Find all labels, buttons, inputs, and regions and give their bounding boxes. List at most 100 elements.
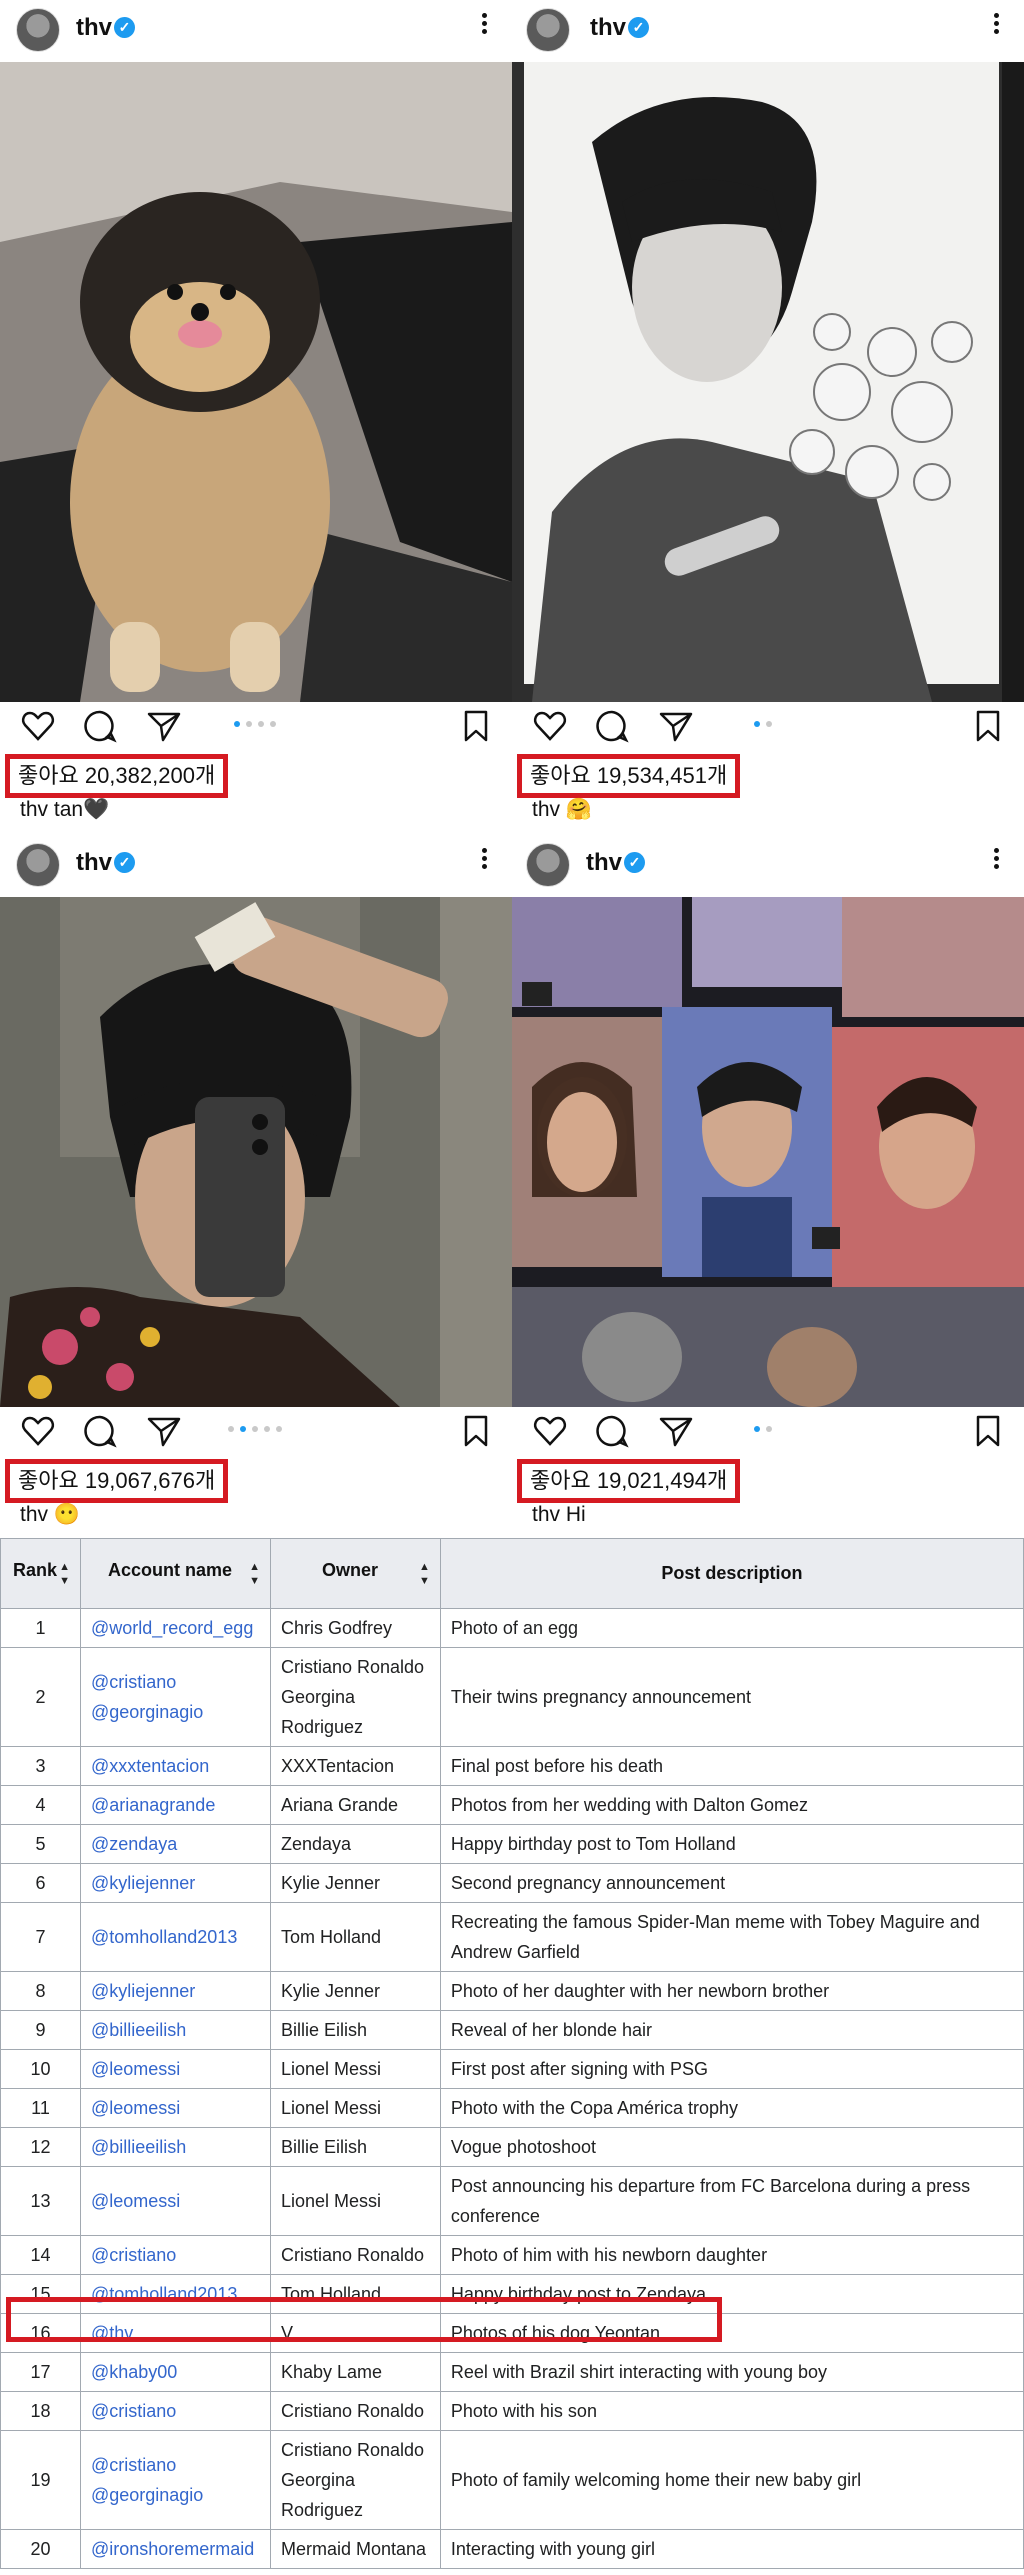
post-header: thv ✓	[0, 835, 512, 897]
heart-icon[interactable]	[20, 1413, 56, 1449]
comment-icon[interactable]	[82, 1413, 118, 1449]
heart-icon[interactable]	[532, 708, 568, 744]
likes-count[interactable]: 좋아요 19,067,676개	[5, 1459, 229, 1503]
post-3: thv ✓ 좋아요 19,067,676개 thv 😶	[0, 835, 512, 1538]
heart-icon[interactable]	[532, 1413, 568, 1449]
account-cell[interactable]: @kyliejenner	[79, 1863, 271, 1903]
owner-cell: Mermaid Montana	[269, 2529, 441, 2569]
account-cell[interactable]: @tomholland2013	[79, 2274, 271, 2314]
rank-cell: 9	[0, 2010, 81, 2050]
avatar[interactable]	[526, 843, 570, 887]
rank-cell: 4	[0, 1785, 81, 1825]
comment-icon[interactable]	[594, 708, 630, 744]
account-cell[interactable]: @cristiano @georginagio	[79, 2430, 271, 2530]
more-options-icon[interactable]	[990, 10, 1002, 40]
rank-cell: 3	[0, 1746, 81, 1786]
carousel-dots	[228, 1426, 282, 1432]
carousel-dots	[234, 721, 276, 727]
username[interactable]: thv	[76, 849, 112, 877]
account-cell[interactable]: @leomessi	[79, 2166, 271, 2236]
post-4: thv ✓ 좋아요 19,021,494개 thv Hi	[512, 835, 1024, 1538]
verified-badge-icon: ✓	[624, 852, 645, 873]
owner-cell: Chris Godfrey	[269, 1608, 441, 1648]
description-cell: Photo of her daughter with her newborn b…	[439, 1971, 1024, 2011]
verified-badge-icon: ✓	[114, 852, 135, 873]
sort-icon[interactable]: ▲ ▼	[249, 1560, 260, 1588]
share-icon[interactable]	[146, 1413, 182, 1449]
account-cell[interactable]: @world_record_egg	[79, 1608, 271, 1648]
account-cell[interactable]: @cristiano @georginagio	[79, 1647, 271, 1747]
table-header-row: Rank ▲ ▼ Account name ▲ ▼ Owner ▲ ▼ Post descr…	[0, 1538, 1024, 1609]
comment-icon[interactable]	[594, 1413, 630, 1449]
account-cell[interactable]: @kyliejenner	[79, 1971, 271, 2011]
likes-count[interactable]: 좋아요 19,021,494개	[517, 1459, 741, 1503]
account-cell[interactable]: @cristiano	[79, 2391, 271, 2431]
username[interactable]: thv	[76, 14, 112, 42]
likes-count[interactable]: 좋아요 20,382,200개	[5, 754, 229, 798]
account-cell[interactable]: @billieeilish	[79, 2010, 271, 2050]
table-row: 10 @leomessi Lionel Messi First post after …	[0, 2049, 1024, 2089]
description-cell: Photo with his son	[439, 2391, 1024, 2431]
account-cell[interactable]: @ironshoremermaid	[79, 2529, 271, 2569]
column-header-owner[interactable]: Owner ▲ ▼	[269, 1538, 441, 1609]
avatar[interactable]	[16, 8, 60, 52]
owner-cell: Kylie Jenner	[269, 1971, 441, 2011]
more-options-icon[interactable]	[478, 10, 490, 40]
more-options-icon[interactable]	[478, 845, 490, 875]
caption: thv 🤗	[532, 798, 592, 822]
post-photo-portrait[interactable]	[512, 62, 1024, 702]
account-cell[interactable]: @tomholland2013	[79, 1902, 271, 1972]
post-photo-photobooth[interactable]	[512, 897, 1024, 1407]
username[interactable]: thv	[586, 849, 622, 877]
rank-cell: 2	[0, 1647, 81, 1747]
table-row: 18 @cristiano Cristiano Ronaldo Photo with …	[0, 2391, 1024, 2431]
post-photo-selfie[interactable]	[0, 897, 512, 1407]
caption-username[interactable]: thv	[532, 1503, 560, 1526]
table-row: 13 @leomessi Lionel Messi Post announcing h…	[0, 2166, 1024, 2236]
bookmark-icon[interactable]	[970, 708, 1006, 744]
share-icon[interactable]	[658, 708, 694, 744]
comment-icon[interactable]	[82, 708, 118, 744]
avatar[interactable]	[16, 843, 60, 887]
post-header: thv ✓	[0, 0, 512, 62]
account-cell[interactable]: @cristiano	[79, 2235, 271, 2275]
account-cell[interactable]: @leomessi	[79, 2088, 271, 2128]
heart-icon[interactable]	[20, 708, 56, 744]
account-cell[interactable]: @xxxtentacion	[79, 1746, 271, 1786]
likes-count[interactable]: 좋아요 19,534,451개	[517, 754, 741, 798]
account-cell[interactable]: @thv	[79, 2313, 271, 2353]
column-header-rank[interactable]: Rank ▲ ▼	[0, 1538, 81, 1609]
share-icon[interactable]	[658, 1413, 694, 1449]
account-cell[interactable]: @billieeilish	[79, 2127, 271, 2167]
caption-username[interactable]: thv	[20, 1503, 48, 1526]
account-cell[interactable]: @zendaya	[79, 1824, 271, 1864]
table-row: 9 @billieeilish Billie Eilish Reveal of her…	[0, 2010, 1024, 2050]
avatar[interactable]	[526, 8, 570, 52]
caption-username[interactable]: thv	[532, 798, 560, 821]
sort-icon[interactable]: ▲ ▼	[419, 1560, 430, 1588]
post-photo-dog[interactable]	[0, 62, 512, 702]
bookmark-icon[interactable]	[970, 1413, 1006, 1449]
owner-cell: Billie Eilish	[269, 2127, 441, 2167]
bookmark-icon[interactable]	[458, 708, 494, 744]
caption-text: 🤗	[565, 798, 593, 821]
description-cell: First post after signing with PSG	[439, 2049, 1024, 2089]
username[interactable]: thv	[590, 14, 626, 42]
sort-icon[interactable]: ▲ ▼	[59, 1560, 70, 1588]
post-actions	[512, 1407, 1024, 1455]
account-cell[interactable]: @khaby00	[79, 2352, 271, 2392]
account-cell[interactable]: @leomessi	[79, 2049, 271, 2089]
description-cell: Vogue photoshoot	[439, 2127, 1024, 2167]
bookmark-icon[interactable]	[458, 1413, 494, 1449]
caption-username[interactable]: thv	[20, 798, 48, 821]
verified-badge-icon: ✓	[114, 17, 135, 38]
table-row: 16 @thv V Photos of his dog Yeontan	[0, 2313, 1024, 2353]
share-icon[interactable]	[146, 708, 182, 744]
account-cell[interactable]: @arianagrande	[79, 1785, 271, 1825]
owner-cell: XXXTentacion	[269, 1746, 441, 1786]
table-row: 11 @leomessi Lionel Messi Photo with the Co…	[0, 2088, 1024, 2128]
caption: thv 😶	[20, 1503, 80, 1527]
more-options-icon[interactable]	[990, 845, 1002, 875]
column-header-account[interactable]: Account name ▲ ▼	[79, 1538, 271, 1609]
most-liked-posts-table: Rank ▲ ▼ Account name ▲ ▼ Owner ▲ ▼ Post descr…	[0, 1538, 1024, 2575]
